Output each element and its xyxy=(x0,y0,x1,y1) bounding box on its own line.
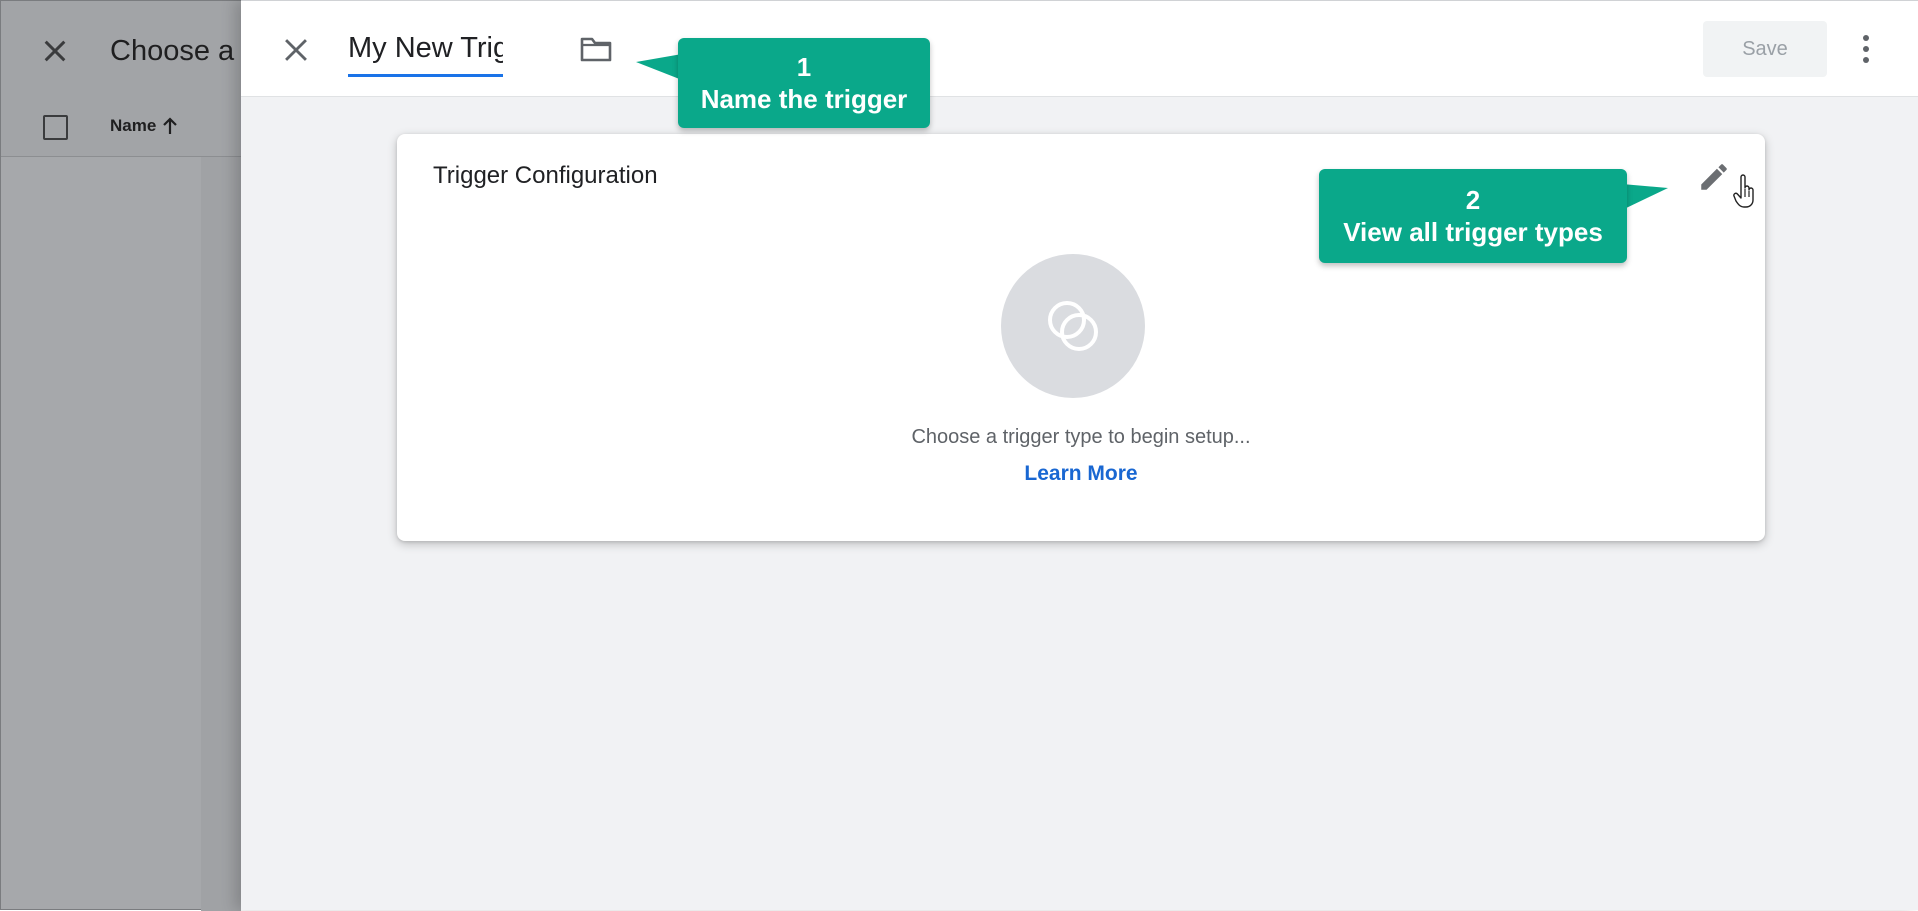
pencil-icon[interactable] xyxy=(1697,160,1731,194)
setup-hint: Choose a trigger type to begin setup... xyxy=(911,426,1251,448)
column-header-name[interactable]: Name xyxy=(110,116,178,136)
callout-2-tail xyxy=(1622,184,1668,210)
trigger-circles-icon[interactable] xyxy=(1001,254,1145,398)
trigger-name-input[interactable] xyxy=(348,29,503,77)
learn-more-link[interactable]: Learn More xyxy=(397,462,1765,486)
callout-name-trigger: 1 Name the trigger xyxy=(678,38,930,128)
close-icon[interactable] xyxy=(279,33,313,67)
save-button[interactable]: Save xyxy=(1703,21,1827,77)
trigger-circles-glyph xyxy=(1048,301,1098,351)
background-header: Choose a Name xyxy=(1,1,241,157)
column-header-label: Name xyxy=(110,116,157,135)
more-vert-icon[interactable] xyxy=(1856,31,1876,67)
callout-1-number: 1 xyxy=(796,52,812,82)
close-icon[interactable] xyxy=(39,35,71,67)
sheet-header: Save xyxy=(241,1,1918,97)
arrow-up-icon xyxy=(163,117,178,134)
select-all-checkbox[interactable] xyxy=(43,115,68,140)
hand-cursor-icon xyxy=(1733,174,1754,208)
trigger-editor-sheet: Save Trigger Configuration Choose a trig… xyxy=(241,0,1918,910)
callout-2-text: View all trigger types xyxy=(1343,217,1603,247)
background-title: Choose a xyxy=(110,35,235,67)
card-title: Trigger Configuration xyxy=(433,162,658,189)
callout-1-tail xyxy=(636,54,682,80)
background-column xyxy=(201,157,241,911)
callout-2-number: 2 xyxy=(1465,185,1481,215)
callout-view-trigger-types: 2 View all trigger types xyxy=(1319,169,1627,263)
callout-1-text: Name the trigger xyxy=(700,84,908,114)
folder-icon[interactable] xyxy=(579,34,613,64)
